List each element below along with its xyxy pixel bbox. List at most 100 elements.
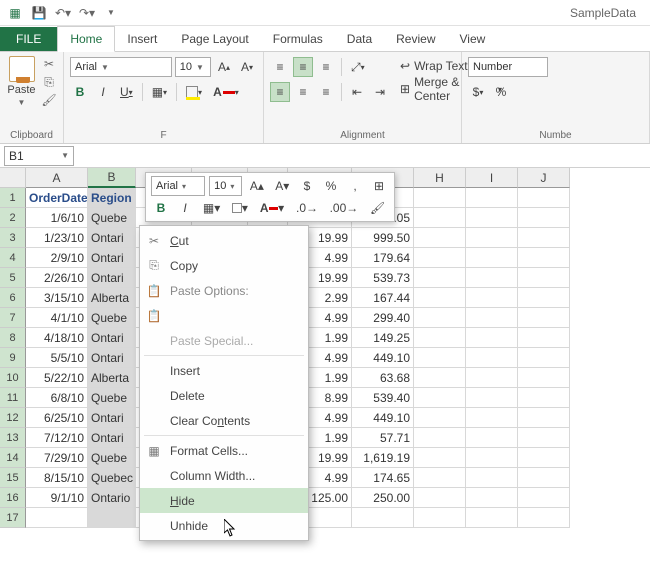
cell[interactable] xyxy=(414,268,466,288)
cell[interactable]: 8/15/10 xyxy=(26,468,88,488)
cell[interactable] xyxy=(414,428,466,448)
row-header[interactable]: 3 xyxy=(0,228,26,248)
col-header-H[interactable]: H xyxy=(414,168,466,188)
cell[interactable] xyxy=(414,348,466,368)
cell[interactable]: Ontari xyxy=(88,248,136,268)
cell[interactable]: 539.73 xyxy=(352,268,414,288)
cell[interactable] xyxy=(414,448,466,468)
row-header[interactable]: 13 xyxy=(0,428,26,448)
font-size-combo[interactable]: 10▼ xyxy=(175,57,211,77)
cell[interactable]: Quebe xyxy=(88,308,136,328)
cell[interactable] xyxy=(466,188,518,208)
row-header[interactable]: 7 xyxy=(0,308,26,328)
cell[interactable]: 250.00 xyxy=(352,488,414,508)
mini-size-combo[interactable]: 10▾ xyxy=(209,176,242,196)
mini-italic-button[interactable]: I xyxy=(175,198,195,218)
cell[interactable]: 449.10 xyxy=(352,408,414,428)
currency-button[interactable]: $▾ xyxy=(468,82,488,102)
cell[interactable] xyxy=(466,428,518,448)
cell[interactable]: 174.65 xyxy=(352,468,414,488)
cell[interactable]: 167.44 xyxy=(352,288,414,308)
cell[interactable] xyxy=(414,408,466,428)
menu-cut[interactable]: ✂Cut xyxy=(140,228,308,253)
save-icon[interactable]: 💾 xyxy=(30,4,48,22)
tab-file[interactable]: FILE xyxy=(0,27,57,51)
col-header-I[interactable]: I xyxy=(466,168,518,188)
cell[interactable]: Ontari xyxy=(88,228,136,248)
increase-font-icon[interactable]: A▴ xyxy=(214,57,234,77)
cell[interactable] xyxy=(466,388,518,408)
cell[interactable] xyxy=(518,288,570,308)
cell[interactable]: 2/26/10 xyxy=(26,268,88,288)
cell[interactable]: Ontari xyxy=(88,328,136,348)
decrease-indent-icon[interactable]: ⇤ xyxy=(347,82,367,102)
cell[interactable] xyxy=(466,288,518,308)
align-bottom-icon[interactable]: ≡ xyxy=(316,57,336,77)
cell[interactable] xyxy=(518,388,570,408)
cell[interactable] xyxy=(518,348,570,368)
row-header[interactable]: 1 xyxy=(0,188,26,208)
cell[interactable] xyxy=(414,208,466,228)
cell[interactable] xyxy=(518,488,570,508)
cell[interactable]: Quebe xyxy=(88,448,136,468)
align-top-icon[interactable]: ≡ xyxy=(270,57,290,77)
menu-copy[interactable]: ⎘Copy xyxy=(140,253,308,278)
mini-inc-decimal-icon[interactable]: .0→ xyxy=(292,198,322,218)
mini-borders-icon[interactable]: ▦▾ xyxy=(199,198,224,218)
font-color-button[interactable]: A▾ xyxy=(209,82,243,102)
mini-table-icon[interactable]: ⊞ xyxy=(369,176,389,196)
cell[interactable] xyxy=(466,268,518,288)
col-header-A[interactable]: A xyxy=(26,168,88,188)
cell[interactable] xyxy=(466,408,518,428)
cell[interactable]: 449.10 xyxy=(352,348,414,368)
orientation-icon[interactable]: ⤢▾ xyxy=(347,57,369,77)
row-header[interactable]: 11 xyxy=(0,388,26,408)
cell[interactable] xyxy=(466,368,518,388)
tab-review[interactable]: Review xyxy=(384,27,447,51)
bold-button[interactable]: B xyxy=(70,82,90,102)
cell[interactable] xyxy=(466,248,518,268)
percent-button[interactable]: % xyxy=(491,82,511,102)
row-header[interactable]: 4 xyxy=(0,248,26,268)
cell[interactable]: Quebe xyxy=(88,388,136,408)
mini-increase-font-icon[interactable]: A▴ xyxy=(246,176,267,196)
cell[interactable]: 539.40 xyxy=(352,388,414,408)
cell[interactable] xyxy=(466,448,518,468)
mini-fill-color-icon[interactable]: ▾ xyxy=(228,198,252,218)
cell[interactable] xyxy=(414,468,466,488)
cell[interactable]: 299.40 xyxy=(352,308,414,328)
cell[interactable] xyxy=(518,188,570,208)
mini-format-painter-icon[interactable]: 🖌 xyxy=(366,198,389,218)
cell[interactable] xyxy=(88,508,136,528)
cell[interactable] xyxy=(352,508,414,528)
cell[interactable] xyxy=(518,508,570,528)
borders-button[interactable]: ▦▾ xyxy=(148,82,171,102)
cell[interactable]: 149.25 xyxy=(352,328,414,348)
cell[interactable] xyxy=(466,468,518,488)
cell[interactable] xyxy=(518,468,570,488)
cell[interactable] xyxy=(518,248,570,268)
cell[interactable] xyxy=(466,488,518,508)
cell[interactable] xyxy=(518,368,570,388)
cell[interactable] xyxy=(414,328,466,348)
tab-data[interactable]: Data xyxy=(335,27,384,51)
copy-icon[interactable]: ⎘ xyxy=(41,74,57,90)
menu-unhide[interactable]: Unhide xyxy=(140,513,308,538)
mini-font-color-icon[interactable]: A▾ xyxy=(256,198,288,218)
cell[interactable]: 7/12/10 xyxy=(26,428,88,448)
menu-insert[interactable]: Insert xyxy=(140,358,308,383)
name-box[interactable]: B1▼ xyxy=(4,146,74,166)
cell[interactable]: 999.50 xyxy=(352,228,414,248)
cell[interactable]: 6/25/10 xyxy=(26,408,88,428)
row-header[interactable]: 8 xyxy=(0,328,26,348)
col-header-J[interactable]: J xyxy=(518,168,570,188)
cell[interactable]: Quebe xyxy=(88,208,136,228)
align-left-icon[interactable]: ≡ xyxy=(270,82,290,102)
cell[interactable]: 57.71 xyxy=(352,428,414,448)
tab-view[interactable]: View xyxy=(448,27,498,51)
cell[interactable]: 4/18/10 xyxy=(26,328,88,348)
cell[interactable] xyxy=(414,388,466,408)
cell[interactable] xyxy=(518,408,570,428)
align-right-icon[interactable]: ≡ xyxy=(316,82,336,102)
select-all-corner[interactable] xyxy=(0,168,26,188)
